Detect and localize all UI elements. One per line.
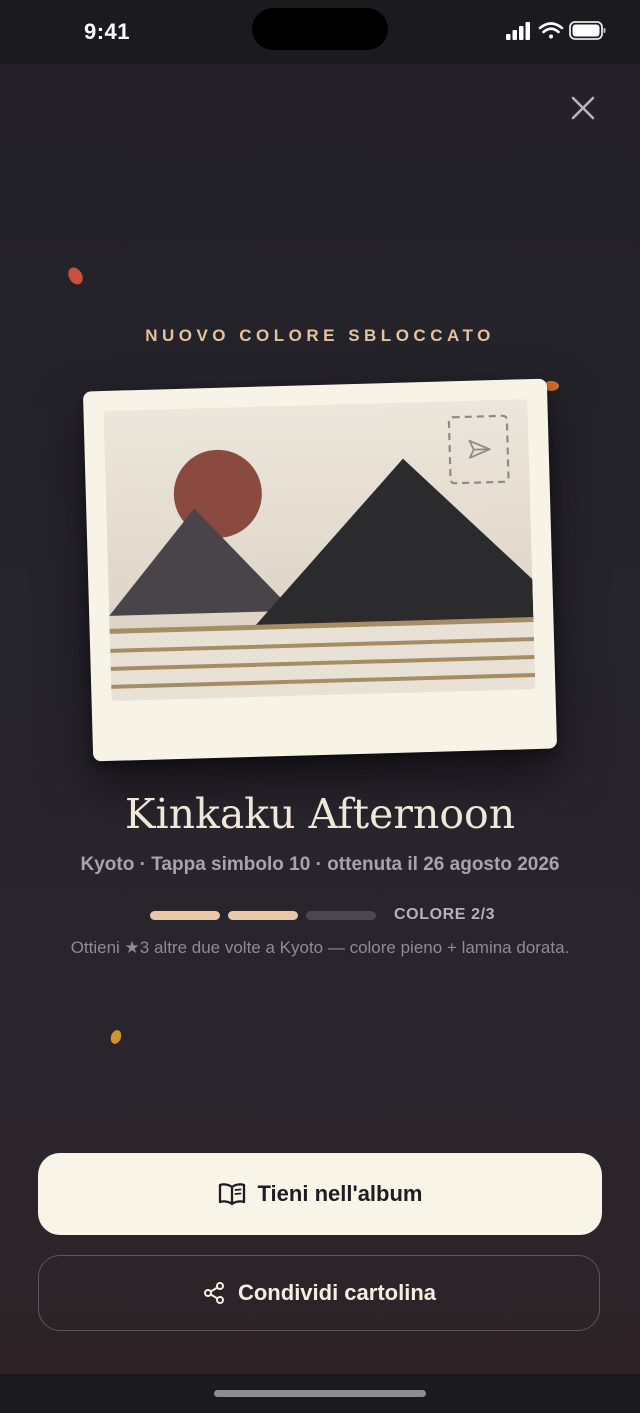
share-postcard-label: Condividi cartolina (237, 1280, 437, 1305)
battery-icon (569, 21, 606, 40)
wifi-icon (538, 22, 564, 39)
open-book-icon (218, 1183, 245, 1206)
postcard-title: Kinkaku Afternoon (124, 790, 516, 838)
home-indicator[interactable] (214, 1390, 426, 1397)
postcard-frame (82, 378, 558, 762)
status-bar: 9:41 (0, 0, 640, 64)
progress-segment-empty (306, 910, 376, 920)
share-icon (203, 1282, 224, 1304)
progress-segment-filled (150, 910, 220, 920)
dynamic-island (252, 8, 388, 50)
postcard (82, 378, 558, 762)
status-icons (506, 21, 606, 40)
progress-label: COLORE 2/3 (394, 906, 496, 923)
unlock-hint: Ottieni ★3 altre due volte a Kyoto — col… (70, 938, 570, 957)
postcard-illustration (103, 399, 536, 701)
status-time: 9:41 (84, 19, 131, 44)
signal-icon (506, 22, 530, 40)
postcard-meta: Kyoto · Tappa simbolo 10 · ottenuta il 2… (80, 854, 560, 875)
keep-in-album-button[interactable]: Tieni nell'album (38, 1153, 602, 1235)
close-button[interactable] (563, 88, 603, 128)
share-postcard-button[interactable]: Condividi cartolina (38, 1255, 600, 1331)
unlock-eyebrow: NUOVO COLORE SBLOCCATO (145, 326, 495, 345)
color-progress: COLORE 2/3 (150, 905, 495, 925)
close-icon (571, 96, 595, 120)
progress-segment-filled (228, 910, 298, 920)
keep-in-album-label: Tieni nell'album (257, 1181, 423, 1206)
